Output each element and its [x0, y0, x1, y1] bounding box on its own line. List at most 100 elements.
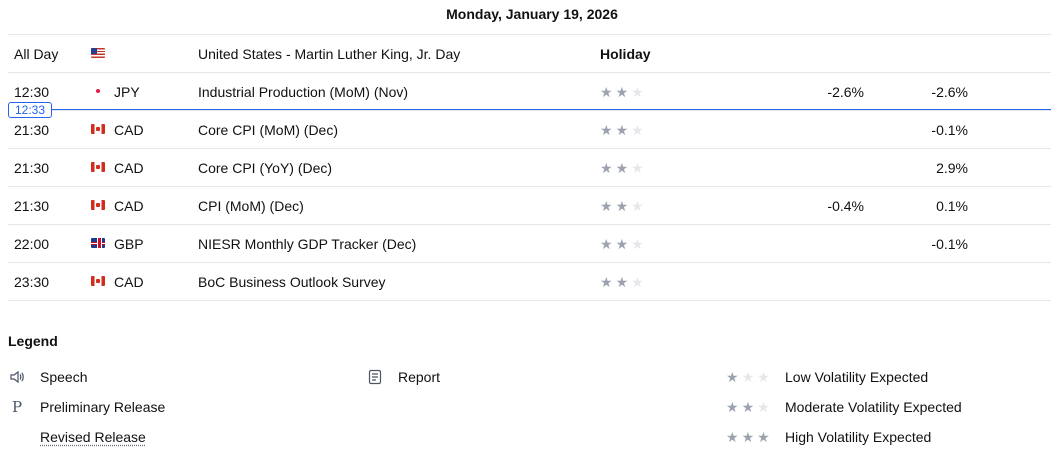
event-currency: CAD: [114, 122, 144, 138]
us-flag-icon: [91, 48, 105, 60]
event-currency: CAD: [114, 274, 144, 290]
star-icon: ★: [600, 236, 616, 252]
event-actual: [708, 149, 864, 187]
legend-low-label: Low Volatility Expected: [785, 369, 929, 385]
star-icon: ★: [600, 84, 616, 100]
speaker-icon: [8, 369, 26, 385]
star-icon: ★: [600, 198, 616, 214]
event-currency: CAD: [114, 160, 144, 176]
importance-stars-icon: ★★★: [600, 187, 647, 225]
legend-report-label: Report: [398, 369, 441, 385]
event-name[interactable]: BoC Business Outlook Survey: [198, 263, 386, 301]
legend-revised-label: Revised Release: [40, 429, 146, 445]
current-time-line: [8, 109, 1051, 110]
legend-high-label: High Volatility Expected: [785, 429, 932, 445]
legend-preliminary-label: Preliminary Release: [40, 399, 166, 415]
legend-revised: Revised Release: [8, 427, 308, 447]
event-name[interactable]: United States - Martin Luther King, Jr. …: [198, 35, 460, 73]
legend-moderate-label: Moderate Volatility Expected: [785, 399, 962, 415]
low-volatility-stars-icon: ★★★: [726, 367, 773, 387]
holiday-row[interactable]: All Day United States - Martin Luther Ki…: [8, 35, 1051, 73]
star-icon: ★: [757, 399, 773, 415]
legend-moderate-volatility: ★★★ Moderate Volatility Expected: [726, 397, 1046, 417]
star-icon: ★: [615, 122, 632, 138]
legend-preliminary: P Preliminary Release: [8, 397, 308, 417]
event-row[interactable]: 23:30 CAD BoC Business Outlook Survey ★★★: [8, 263, 1051, 301]
high-volatility-stars-icon: ★★★: [726, 427, 773, 447]
event-actual: [708, 225, 864, 263]
star-icon: ★: [757, 369, 773, 385]
ca-flag-icon: [91, 162, 105, 174]
star-icon: ★: [600, 122, 616, 138]
event-forecast: [868, 263, 968, 301]
date-header: Monday, January 19, 2026: [446, 6, 618, 22]
event-forecast: 0.1%: [936, 198, 968, 214]
legend-low-volatility: ★★★ Low Volatility Expected: [726, 367, 1046, 387]
importance-stars-icon: ★★★: [600, 73, 647, 111]
ca-flag-icon: [91, 124, 105, 136]
ca-flag-icon: [91, 276, 105, 288]
ca-flag-icon: [91, 200, 105, 212]
event-time: 21:30: [14, 160, 50, 176]
star-icon: ★: [615, 198, 632, 214]
event-forecast: 2.9%: [936, 160, 968, 176]
star-icon: ★: [726, 369, 742, 385]
event-row[interactable]: 21:30 CAD Core CPI (MoM) (Dec) ★★★ -0.1%: [8, 111, 1051, 149]
jp-flag-icon: [91, 86, 105, 98]
preliminary-icon: P: [11, 398, 23, 416]
star-icon: ★: [615, 274, 632, 290]
event-name[interactable]: NIESR Monthly GDP Tracker (Dec): [198, 225, 416, 263]
event-row[interactable]: 22:00 GBP NIESR Monthly GDP Tracker (Dec) ★…: [8, 225, 1051, 263]
star-icon: ★: [726, 429, 742, 445]
star-icon: ★: [631, 236, 647, 252]
star-icon: ★: [615, 236, 632, 252]
star-icon: ★: [600, 274, 616, 290]
event-time: All Day: [14, 46, 59, 62]
star-icon: ★: [741, 399, 758, 415]
star-icon: ★: [631, 160, 647, 176]
event-forecast: -2.6%: [931, 84, 968, 100]
event-currency: GBP: [114, 236, 144, 252]
legend-report: Report: [366, 367, 666, 387]
document-icon: [366, 369, 384, 385]
event-forecast: -0.1%: [931, 122, 968, 138]
star-icon: ★: [757, 429, 773, 445]
event-name[interactable]: Industrial Production (MoM) (Nov): [198, 73, 408, 111]
star-icon: ★: [631, 198, 647, 214]
importance-stars-icon: ★★★: [600, 111, 647, 149]
event-row[interactable]: 12:30 JPY Industrial Production (MoM) (Nov…: [8, 73, 1051, 111]
event-row[interactable]: 21:30 CAD Core CPI (YoY) (Dec) ★★★ 2.9%: [8, 149, 1051, 187]
event-time: 21:30: [14, 198, 50, 214]
star-icon: ★: [741, 429, 758, 445]
star-icon: ★: [726, 399, 742, 415]
event-currency: JPY: [114, 84, 140, 100]
current-time-badge: 12:33: [8, 102, 53, 118]
event-actual: -2.6%: [827, 84, 864, 100]
legend-title: Legend: [8, 333, 58, 349]
economic-calendar-table: All Day United States - Martin Luther Ki…: [8, 34, 1051, 301]
star-icon: ★: [600, 160, 616, 176]
event-time: 23:30: [14, 274, 50, 290]
event-currency: CAD: [114, 198, 144, 214]
importance-stars-icon: ★★★: [600, 263, 647, 301]
gb-flag-icon: [91, 238, 105, 250]
event-actual: -0.4%: [827, 198, 864, 214]
legend-high-volatility: ★★★ High Volatility Expected: [726, 427, 1046, 447]
importance-stars-icon: ★★★: [600, 225, 647, 263]
legend-speech: Speech: [8, 367, 308, 387]
star-icon: ★: [631, 122, 647, 138]
event-row[interactable]: 21:30 CAD CPI (MoM) (Dec) ★★★ -0.4% 0.1%: [8, 187, 1051, 225]
star-icon: ★: [615, 84, 632, 100]
moderate-volatility-stars-icon: ★★★: [726, 397, 773, 417]
star-icon: ★: [741, 369, 758, 385]
event-actual: [708, 111, 864, 149]
importance-stars-icon: ★★★: [600, 149, 647, 187]
star-icon: ★: [631, 84, 647, 100]
star-icon: ★: [631, 274, 647, 290]
event-actual: [708, 263, 864, 301]
event-name[interactable]: Core CPI (YoY) (Dec): [198, 149, 332, 187]
star-icon: ★: [615, 160, 632, 176]
holiday-label: Holiday: [600, 46, 651, 62]
event-name[interactable]: Core CPI (MoM) (Dec): [198, 111, 338, 149]
event-name[interactable]: CPI (MoM) (Dec): [198, 187, 304, 225]
